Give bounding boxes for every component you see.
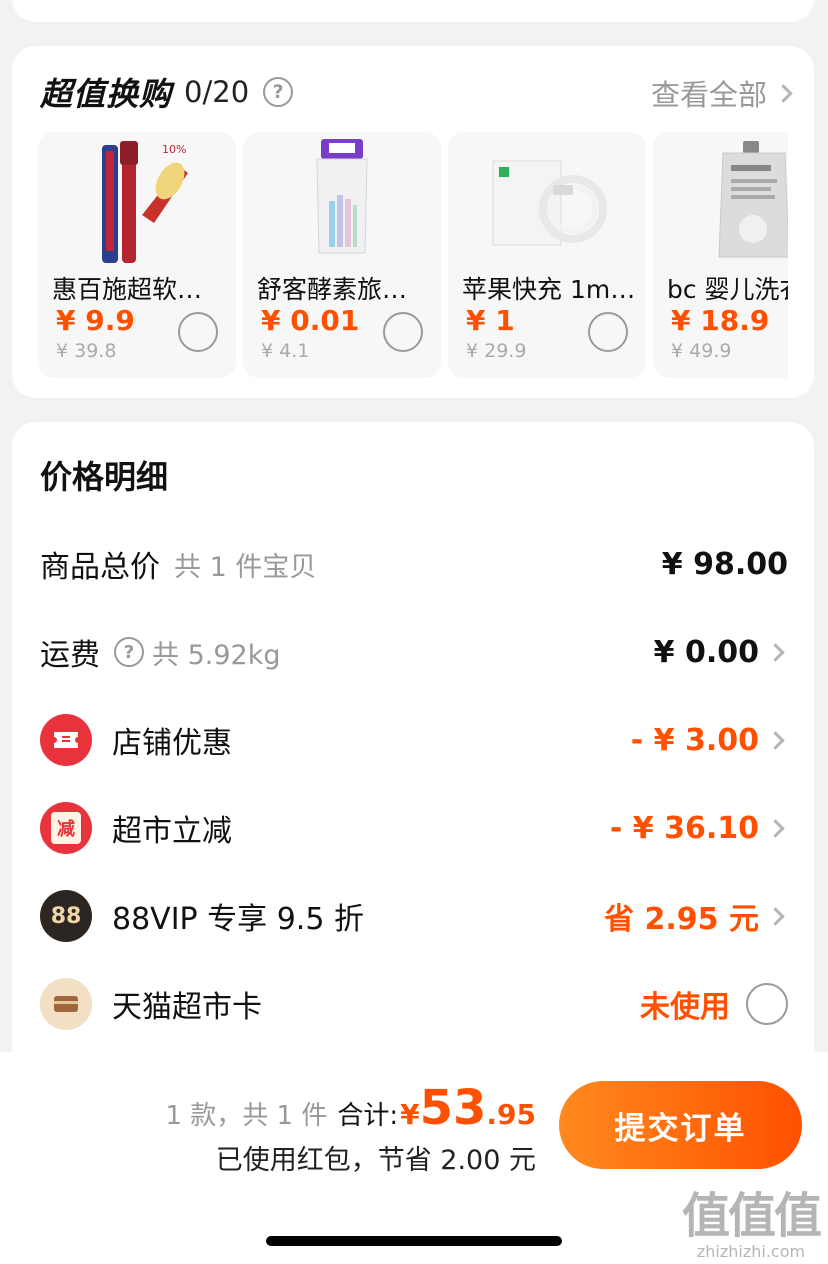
shipping-row[interactable]: 运费 ? 共 5.92kg ¥ 0.00 bbox=[40, 622, 788, 682]
jian-icon-text: 减 bbox=[51, 812, 81, 844]
product-name: 惠百施超软… bbox=[52, 275, 203, 304]
svg-text:10%: 10% bbox=[162, 143, 186, 156]
swap-product-card[interactable]: 苹果快充 1m… ¥ 1 ¥ 29.9 bbox=[448, 132, 646, 378]
swap-product-list: 10% 惠百施超软… ¥ 9.9 ¥ 39.8 舒客酵素旅… ¥ 0.01 ¥ … bbox=[38, 132, 788, 380]
card-icon bbox=[40, 978, 92, 1030]
shop-discount-value: - ¥ 3.00 bbox=[630, 722, 759, 758]
shop-discount-row[interactable]: 店铺优惠 - ¥ 3.00 bbox=[40, 710, 788, 770]
submit-order-button[interactable]: 提交订单 bbox=[559, 1081, 802, 1169]
swap-product-card[interactable]: 舒客酵素旅… ¥ 0.01 ¥ 4.1 bbox=[243, 132, 441, 378]
product-name: bc 婴儿洗衣 bbox=[667, 275, 788, 304]
jian-icon: 减 bbox=[40, 802, 92, 854]
product-name: 舒客酵素旅… bbox=[257, 275, 408, 304]
vip-discount-row[interactable]: 88 88VIP 专享 9.5 折 省 2.95 元 bbox=[40, 886, 788, 946]
product-original-price: ¥ 4.1 bbox=[261, 340, 310, 362]
chevron-right-icon bbox=[766, 642, 785, 662]
goods-total-row: 商品总价 共 1 件宝贝 ¥ 98.00 bbox=[40, 534, 788, 594]
swap-header: 超值换购 0/20 ? bbox=[40, 70, 294, 114]
product-original-price: ¥ 49.9 bbox=[671, 340, 732, 362]
ticket-icon bbox=[40, 714, 92, 766]
chevron-right-icon bbox=[766, 906, 785, 926]
watermark: 值值值 zhizhizhi.com bbox=[681, 1176, 822, 1261]
market-card-toggle[interactable] bbox=[746, 983, 788, 1025]
product-price: ¥ 1 bbox=[466, 304, 515, 337]
product-original-price: ¥ 29.9 bbox=[466, 340, 527, 362]
chevron-right-icon bbox=[766, 730, 785, 750]
vip-discount-label: 88VIP 专享 9.5 折 bbox=[112, 902, 364, 937]
laundry-detergent-image bbox=[653, 132, 788, 268]
select-radio[interactable] bbox=[178, 312, 218, 352]
product-original-price: ¥ 39.8 bbox=[56, 340, 117, 362]
product-price: ¥ 0.01 bbox=[261, 304, 360, 337]
price-detail-title: 价格明细 bbox=[40, 458, 169, 496]
view-all-label: 查看全部 bbox=[650, 78, 767, 112]
shipping-weight: 共 5.92kg bbox=[152, 639, 281, 671]
select-radio[interactable] bbox=[383, 312, 423, 352]
goods-count: 共 1 件宝贝 bbox=[174, 551, 317, 583]
swap-count: 0/20 bbox=[184, 75, 250, 109]
swap-product-card[interactable]: bc 婴儿洗衣 ¥ 18.9 ¥ 49.9 bbox=[653, 132, 788, 378]
vip-88-icon: 88 bbox=[40, 890, 92, 942]
market-card-label: 天猫超市卡 bbox=[112, 990, 262, 1025]
total-decimal: .95 bbox=[486, 1098, 536, 1131]
goods-total-value: ¥ 98.00 bbox=[661, 546, 788, 582]
watermark-logo: 值值值 bbox=[681, 1188, 822, 1244]
previous-section-card bbox=[12, 0, 814, 22]
watermark-url: zhizhizhi.com bbox=[696, 1242, 806, 1261]
market-discount-value: - ¥ 36.10 bbox=[609, 810, 759, 846]
total-integer: 53 bbox=[419, 1080, 487, 1136]
help-icon[interactable]: ? bbox=[263, 77, 294, 107]
view-all-link[interactable]: 查看全部 bbox=[650, 72, 793, 114]
total-currency: ¥ bbox=[400, 1098, 420, 1131]
product-price: ¥ 18.9 bbox=[671, 304, 770, 337]
select-radio[interactable] bbox=[588, 312, 628, 352]
chevron-right-icon bbox=[774, 83, 793, 103]
goods-total-label: 商品总价 bbox=[40, 550, 160, 585]
swap-product-card[interactable]: 10% 惠百施超软… ¥ 9.9 ¥ 39.8 bbox=[38, 132, 236, 378]
total-label: 合计: bbox=[337, 1101, 399, 1131]
swap-title: 超值换购 bbox=[40, 75, 173, 113]
home-indicator[interactable] bbox=[266, 1236, 562, 1246]
market-discount-row[interactable]: 减 超市立减 - ¥ 36.10 bbox=[40, 798, 788, 858]
toothpaste-image bbox=[243, 132, 441, 268]
shop-discount-label: 店铺优惠 bbox=[112, 726, 232, 761]
product-name: 苹果快充 1m… bbox=[462, 275, 636, 304]
market-discount-label: 超市立减 bbox=[112, 814, 232, 849]
checkout-summary: 1 款，共 1 件 合计: ¥ 53 .95 bbox=[165, 1080, 536, 1136]
market-card-row[interactable]: 天猫超市卡 未使用 bbox=[40, 974, 788, 1034]
toothbrush-image: 10% bbox=[38, 132, 236, 268]
swap-deals-card: 超值换购 0/20 ? 查看全部 10% 惠百施超软… ¥ 9.9 ¥ 39.8… bbox=[12, 46, 814, 398]
shipping-label: 运费 bbox=[40, 638, 100, 673]
market-card-status: 未使用 bbox=[640, 990, 730, 1025]
help-icon[interactable]: ? bbox=[114, 637, 144, 667]
item-count: 1 款，共 1 件 bbox=[165, 1101, 328, 1131]
red-packet-savings: 已使用红包，节省 2.00 元 bbox=[215, 1145, 536, 1176]
vip-discount-value: 省 2.95 元 bbox=[604, 902, 759, 937]
chevron-right-icon bbox=[766, 818, 785, 838]
shipping-value: ¥ 0.00 bbox=[653, 634, 759, 670]
usb-cable-image bbox=[448, 132, 646, 268]
product-price: ¥ 9.9 bbox=[56, 304, 135, 337]
